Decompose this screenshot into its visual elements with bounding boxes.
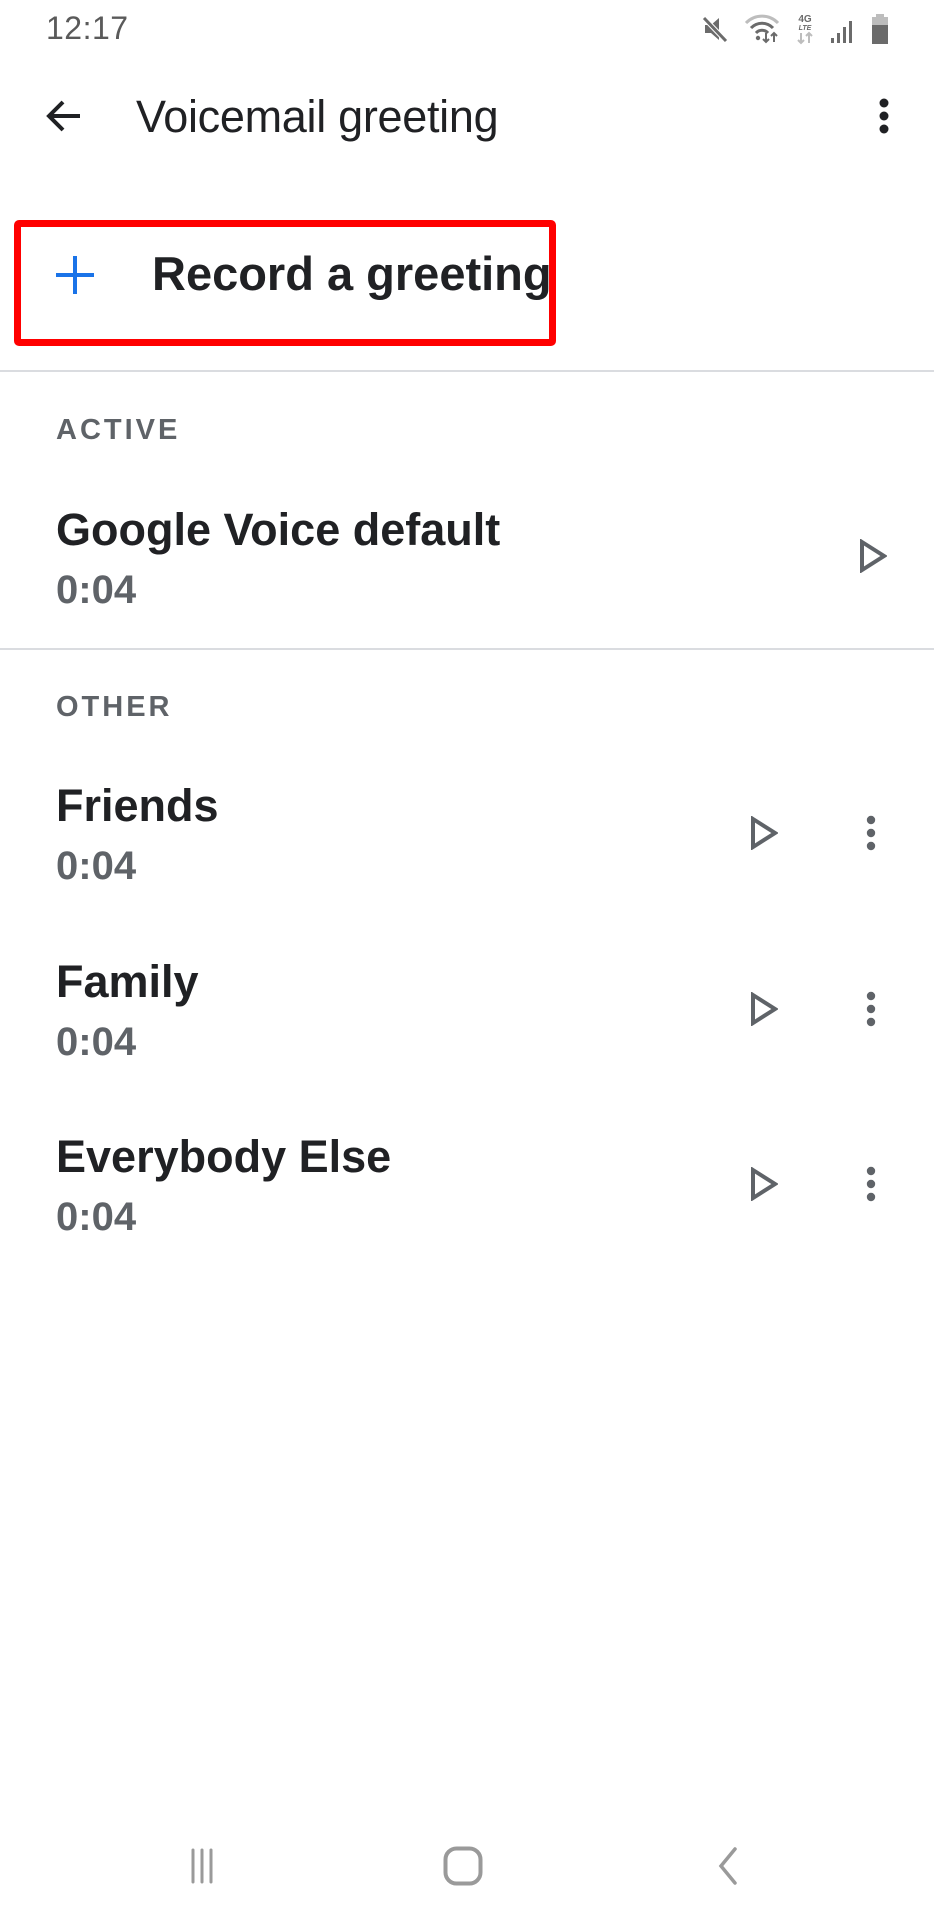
- status-icons: 4G LTE: [700, 12, 890, 46]
- page-title: Voicemail greeting: [136, 91, 499, 142]
- greeting-title: Friends: [56, 780, 219, 831]
- greeting-item-everybody-else[interactable]: Everybody Else 0:04: [0, 1117, 934, 1267]
- greeting-item-google-voice-default[interactable]: Google Voice default 0:04: [0, 490, 934, 640]
- lte-4g-icon: 4G LTE: [794, 12, 816, 46]
- greeting-title: Family: [56, 956, 199, 1007]
- play-icon: [859, 537, 888, 578]
- play-button[interactable]: [734, 805, 794, 865]
- greeting-duration: 0:04: [56, 844, 137, 888]
- divider: [0, 370, 934, 372]
- nav-home-button[interactable]: [423, 1838, 503, 1898]
- greeting-duration: 0:04: [56, 1195, 137, 1239]
- greeting-duration: 0:04: [56, 568, 137, 612]
- lte-label-top: 4G: [798, 14, 812, 25]
- more-options-button[interactable]: [841, 1156, 901, 1216]
- play-button[interactable]: [734, 981, 794, 1041]
- divider: [0, 648, 934, 650]
- signal-icon: [830, 14, 856, 44]
- record-greeting-label: Record a greeting: [152, 247, 552, 300]
- greeting-title: Everybody Else: [56, 1131, 392, 1182]
- greeting-item-family[interactable]: Family 0:04: [0, 942, 934, 1092]
- more-vert-icon: [865, 814, 877, 857]
- more-vert-icon: [865, 1165, 877, 1208]
- nav-recents-button[interactable]: [162, 1838, 242, 1898]
- greeting-item-friends[interactable]: Friends 0:04: [0, 766, 934, 916]
- more-vert-icon: [877, 96, 891, 141]
- more-options-button[interactable]: [854, 88, 914, 148]
- section-header-other: OTHER: [56, 691, 173, 723]
- greeting-title: Google Voice default: [56, 504, 501, 555]
- section-header-active: ACTIVE: [56, 414, 181, 446]
- more-options-button[interactable]: [841, 981, 901, 1041]
- play-button[interactable]: [843, 528, 903, 588]
- plus-icon: [56, 256, 94, 294]
- more-options-button[interactable]: [841, 805, 901, 865]
- nav-back-button[interactable]: [688, 1838, 768, 1898]
- status-time: 12:17: [46, 10, 129, 46]
- back-icon: [717, 1846, 739, 1890]
- wifi-icon: [744, 13, 780, 45]
- back-button[interactable]: [30, 88, 98, 148]
- play-icon: [750, 814, 779, 855]
- greeting-duration: 0:04: [56, 1020, 137, 1064]
- play-icon: [750, 1165, 779, 1206]
- more-vert-icon: [865, 990, 877, 1033]
- arrow-back-icon: [44, 96, 84, 141]
- recents-icon: [190, 1848, 214, 1889]
- battery-icon: [870, 13, 890, 45]
- home-icon: [443, 1846, 483, 1891]
- lte-label-bottom: LTE: [799, 25, 812, 32]
- play-icon: [750, 990, 779, 1031]
- mute-icon: [700, 14, 730, 44]
- play-button[interactable]: [734, 1156, 794, 1216]
